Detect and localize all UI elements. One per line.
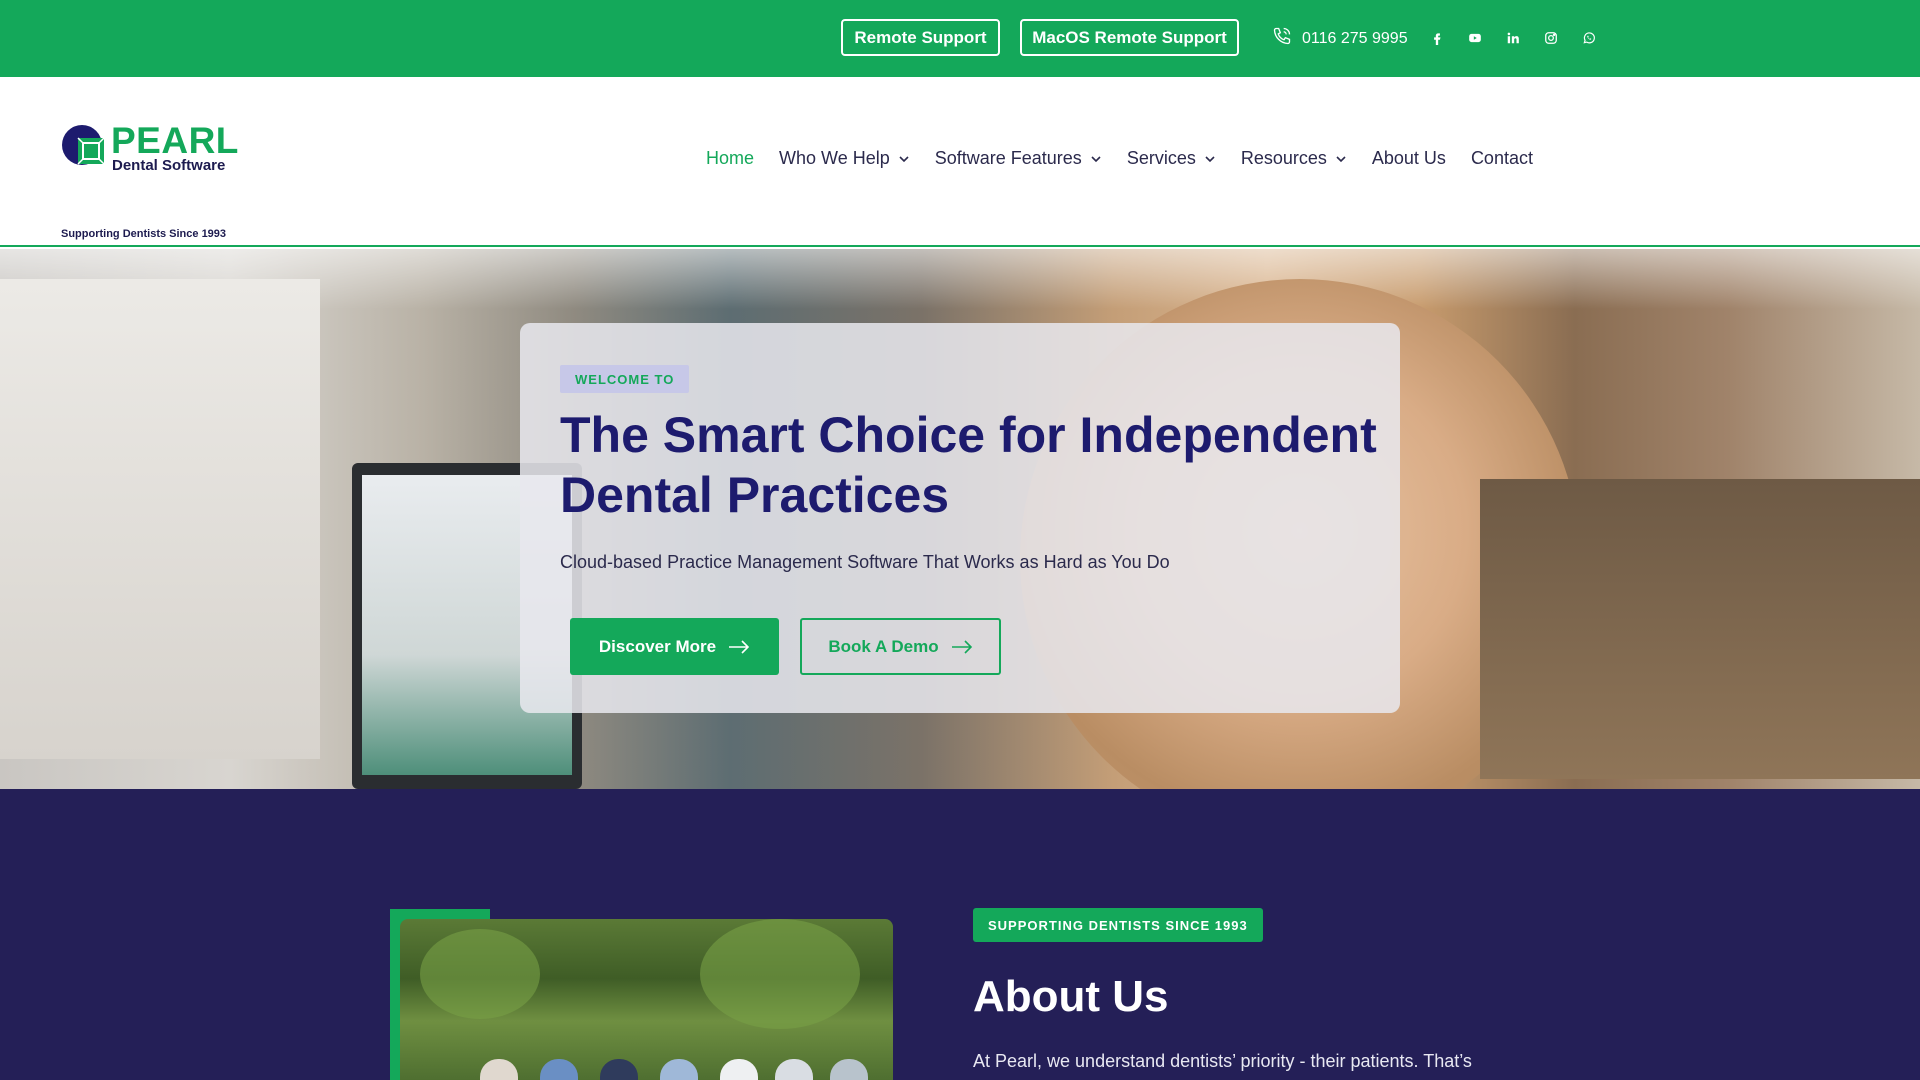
about-text: At Pearl, we understand dentists’ priori… xyxy=(973,1051,1472,1071)
site-header: PEARL Dental Software Supporting Dentist… xyxy=(0,77,1920,247)
main-nav: Home Who We Help Software Features Servi… xyxy=(706,148,1533,169)
arrow-right-icon xyxy=(951,639,972,654)
team-member xyxy=(720,1059,758,1080)
nav-item-resources[interactable]: Resources xyxy=(1241,148,1347,169)
hero-title: The Smart Choice for Independent Dental … xyxy=(560,407,1377,523)
phone-icon xyxy=(1272,26,1292,51)
pearl-logo[interactable]: PEARL Dental Software Supporting Dentist… xyxy=(61,120,241,241)
discover-more-label: Discover More xyxy=(598,636,717,656)
instagram-icon[interactable] xyxy=(1542,29,1560,47)
hero-background-shelf xyxy=(1480,479,1920,779)
nav-item-about-us[interactable]: About Us xyxy=(1372,148,1446,169)
book-a-demo-label: Book A Demo xyxy=(828,636,939,656)
youtube-icon[interactable] xyxy=(1466,29,1484,47)
team-member xyxy=(480,1059,518,1080)
team-member xyxy=(775,1059,813,1080)
chevron-down-icon xyxy=(1091,155,1101,162)
nav-item-software-features[interactable]: Software Features xyxy=(935,148,1102,169)
hero-card: WELCOME TO The Smart Choice for Independ… xyxy=(520,323,1400,713)
discover-more-button[interactable]: Discover More xyxy=(570,618,779,675)
about-title: About Us xyxy=(973,972,1169,1021)
team-photo xyxy=(400,919,893,1080)
about-badge: SUPPORTING DENTISTS SINCE 1993 xyxy=(973,908,1263,942)
about-section: SUPPORTING DENTISTS SINCE 1993 About Us … xyxy=(0,789,1920,1080)
whatsapp-icon[interactable] xyxy=(1580,29,1598,47)
nav-item-label: Software Features xyxy=(934,148,1082,168)
arrow-right-icon xyxy=(729,639,750,654)
hero-eyebrow: WELCOME TO xyxy=(560,365,690,393)
photo-foliage xyxy=(420,929,540,1019)
nav-item-label: Services xyxy=(1126,148,1196,168)
chevron-down-icon xyxy=(1205,155,1215,162)
book-a-demo-button[interactable]: Book A Demo xyxy=(800,618,1001,675)
nav-item-label: Home xyxy=(706,148,755,168)
hero-subtitle: Cloud-based Practice Management Software… xyxy=(560,552,1170,572)
team-member xyxy=(660,1059,698,1080)
logo-subtitle: Dental Software xyxy=(112,157,226,174)
chevron-down-icon xyxy=(899,155,909,162)
nav-item-contact[interactable]: Contact xyxy=(1471,148,1533,169)
nav-item-who-we-help[interactable]: Who We Help xyxy=(779,148,910,169)
macos-remote-support-button[interactable]: MacOS Remote Support xyxy=(1020,19,1239,56)
logo-name: PEARL xyxy=(111,120,239,161)
team-member xyxy=(600,1059,638,1080)
team-member xyxy=(830,1059,868,1080)
facebook-icon[interactable] xyxy=(1428,29,1446,47)
top-bar: Remote Support MacOS Remote Support 0116… xyxy=(0,0,1920,77)
team-member xyxy=(540,1059,578,1080)
nav-item-services[interactable]: Services xyxy=(1127,148,1216,169)
nav-item-label: Resources xyxy=(1240,148,1327,168)
logo-tagline: Supporting Dentists Since 1993 xyxy=(61,228,227,240)
logo-mark-icon xyxy=(62,125,105,165)
linkedin-icon[interactable] xyxy=(1504,29,1522,47)
remote-support-button[interactable]: Remote Support xyxy=(841,19,1000,56)
photo-foliage xyxy=(700,919,860,1029)
hero-background-window xyxy=(0,279,320,759)
nav-item-label: Who We Help xyxy=(779,148,890,168)
hero-section: WELCOME TO The Smart Choice for Independ… xyxy=(0,249,1920,789)
phone-number: 0116 275 9995 xyxy=(1302,29,1408,47)
chevron-down-icon xyxy=(1336,155,1346,162)
nav-item-label: Contact xyxy=(1470,148,1533,168)
nav-item-label: About Us xyxy=(1371,148,1446,168)
nav-item-home[interactable]: Home xyxy=(706,148,754,169)
phone-link[interactable]: 0116 275 9995 xyxy=(1272,26,1408,51)
